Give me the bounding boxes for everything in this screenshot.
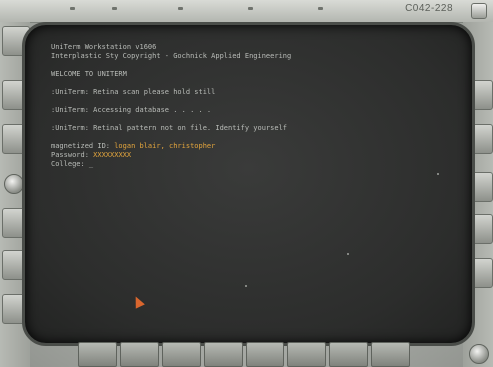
header-line: UniTerm Workstation v1606 [51,43,157,51]
function-key[interactable] [287,342,327,367]
top-bar: C042-228 [0,0,493,23]
left-knob[interactable] [4,174,24,194]
function-key[interactable] [78,342,117,367]
status-line: :UniTerm: Retinal pattern not on file. I… [51,124,288,132]
top-indicator [70,7,75,10]
terminal-code-label: C042-228 [405,3,453,14]
terminal-screen[interactable]: UniTerm Workstation v1606 Interplastic S… [22,22,475,346]
function-key-bar [78,342,410,367]
function-key[interactable] [371,342,410,367]
function-key[interactable] [245,342,285,367]
login-prefix: magnetized ID: [51,142,115,150]
status-line: :UniTerm: Retina scan please hold still [51,88,216,96]
corner-button[interactable] [471,3,487,19]
terminal-output: UniTerm Workstation v1606 Interplastic S… [51,43,451,169]
right-knob[interactable] [469,344,489,364]
login-name: logan blair, christopher [114,142,216,150]
function-key[interactable] [119,342,159,367]
welcome-line: WELCOME TO UNITERM [51,70,127,78]
function-key[interactable] [161,342,201,367]
top-indicator [178,7,183,10]
screen-speck [347,253,349,255]
college-prompt[interactable]: College: _ [51,160,451,169]
login-line: magnetized ID: logan blair, christopher [51,142,451,151]
password-line: Password: XXXXXXXXX [51,151,451,160]
password-value: XXXXXXXXX [93,151,132,159]
screen-speck [437,173,439,175]
top-indicator [112,7,117,10]
password-prefix: Password: [51,151,94,159]
status-line: :UniTerm: Accessing database . . . . . [51,106,212,114]
top-indicator [248,7,253,10]
copyright-line: Interplastic Sty Copyright - Gochnick Ap… [51,52,292,60]
function-key[interactable] [203,342,243,367]
screen-speck [245,285,247,287]
function-key[interactable] [329,342,369,367]
top-indicator [318,7,323,10]
